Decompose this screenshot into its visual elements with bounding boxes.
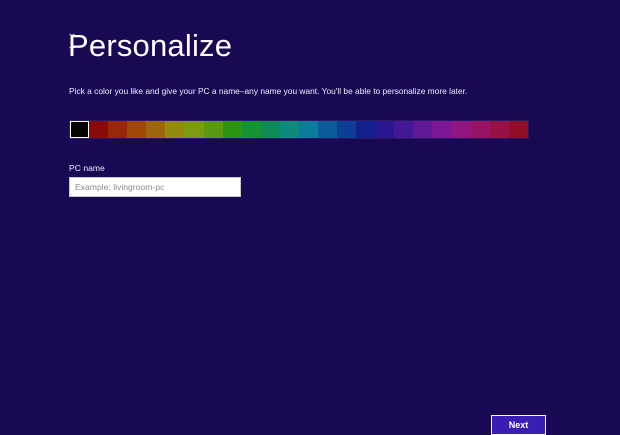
color-swatch[interactable] [356, 121, 376, 138]
color-swatch[interactable] [241, 121, 261, 138]
color-swatch[interactable] [260, 121, 280, 138]
color-swatch[interactable] [508, 121, 528, 138]
color-picker-bar[interactable] [69, 120, 529, 139]
color-swatch[interactable] [146, 121, 166, 138]
color-swatch[interactable] [298, 121, 319, 138]
color-swatch[interactable] [127, 121, 147, 138]
pc-name-label: PC name [69, 163, 105, 173]
color-swatch[interactable] [279, 121, 299, 138]
page-title: Personalize [68, 28, 233, 63]
color-swatch[interactable] [203, 121, 223, 138]
next-button[interactable]: Next [491, 415, 546, 435]
color-swatch[interactable] [222, 121, 242, 138]
color-swatch[interactable] [394, 121, 414, 138]
color-swatch[interactable] [451, 121, 471, 138]
color-swatch[interactable] [70, 121, 90, 138]
pc-name-input[interactable] [69, 177, 241, 197]
color-swatch[interactable] [108, 121, 128, 138]
color-swatch[interactable] [165, 121, 185, 138]
color-swatch[interactable] [432, 121, 452, 138]
color-swatch[interactable] [489, 121, 509, 138]
color-swatch[interactable] [470, 121, 490, 138]
color-swatch[interactable] [184, 121, 204, 138]
color-swatch[interactable] [318, 121, 338, 138]
color-swatch[interactable] [413, 121, 433, 138]
page-description: Pick a color you like and give your PC a… [69, 86, 468, 96]
setup-screen: { "page": { "title": "Personalize", "des… [0, 0, 620, 435]
color-swatch[interactable] [375, 121, 395, 138]
color-swatch[interactable] [89, 121, 109, 138]
color-swatch[interactable] [337, 121, 357, 138]
